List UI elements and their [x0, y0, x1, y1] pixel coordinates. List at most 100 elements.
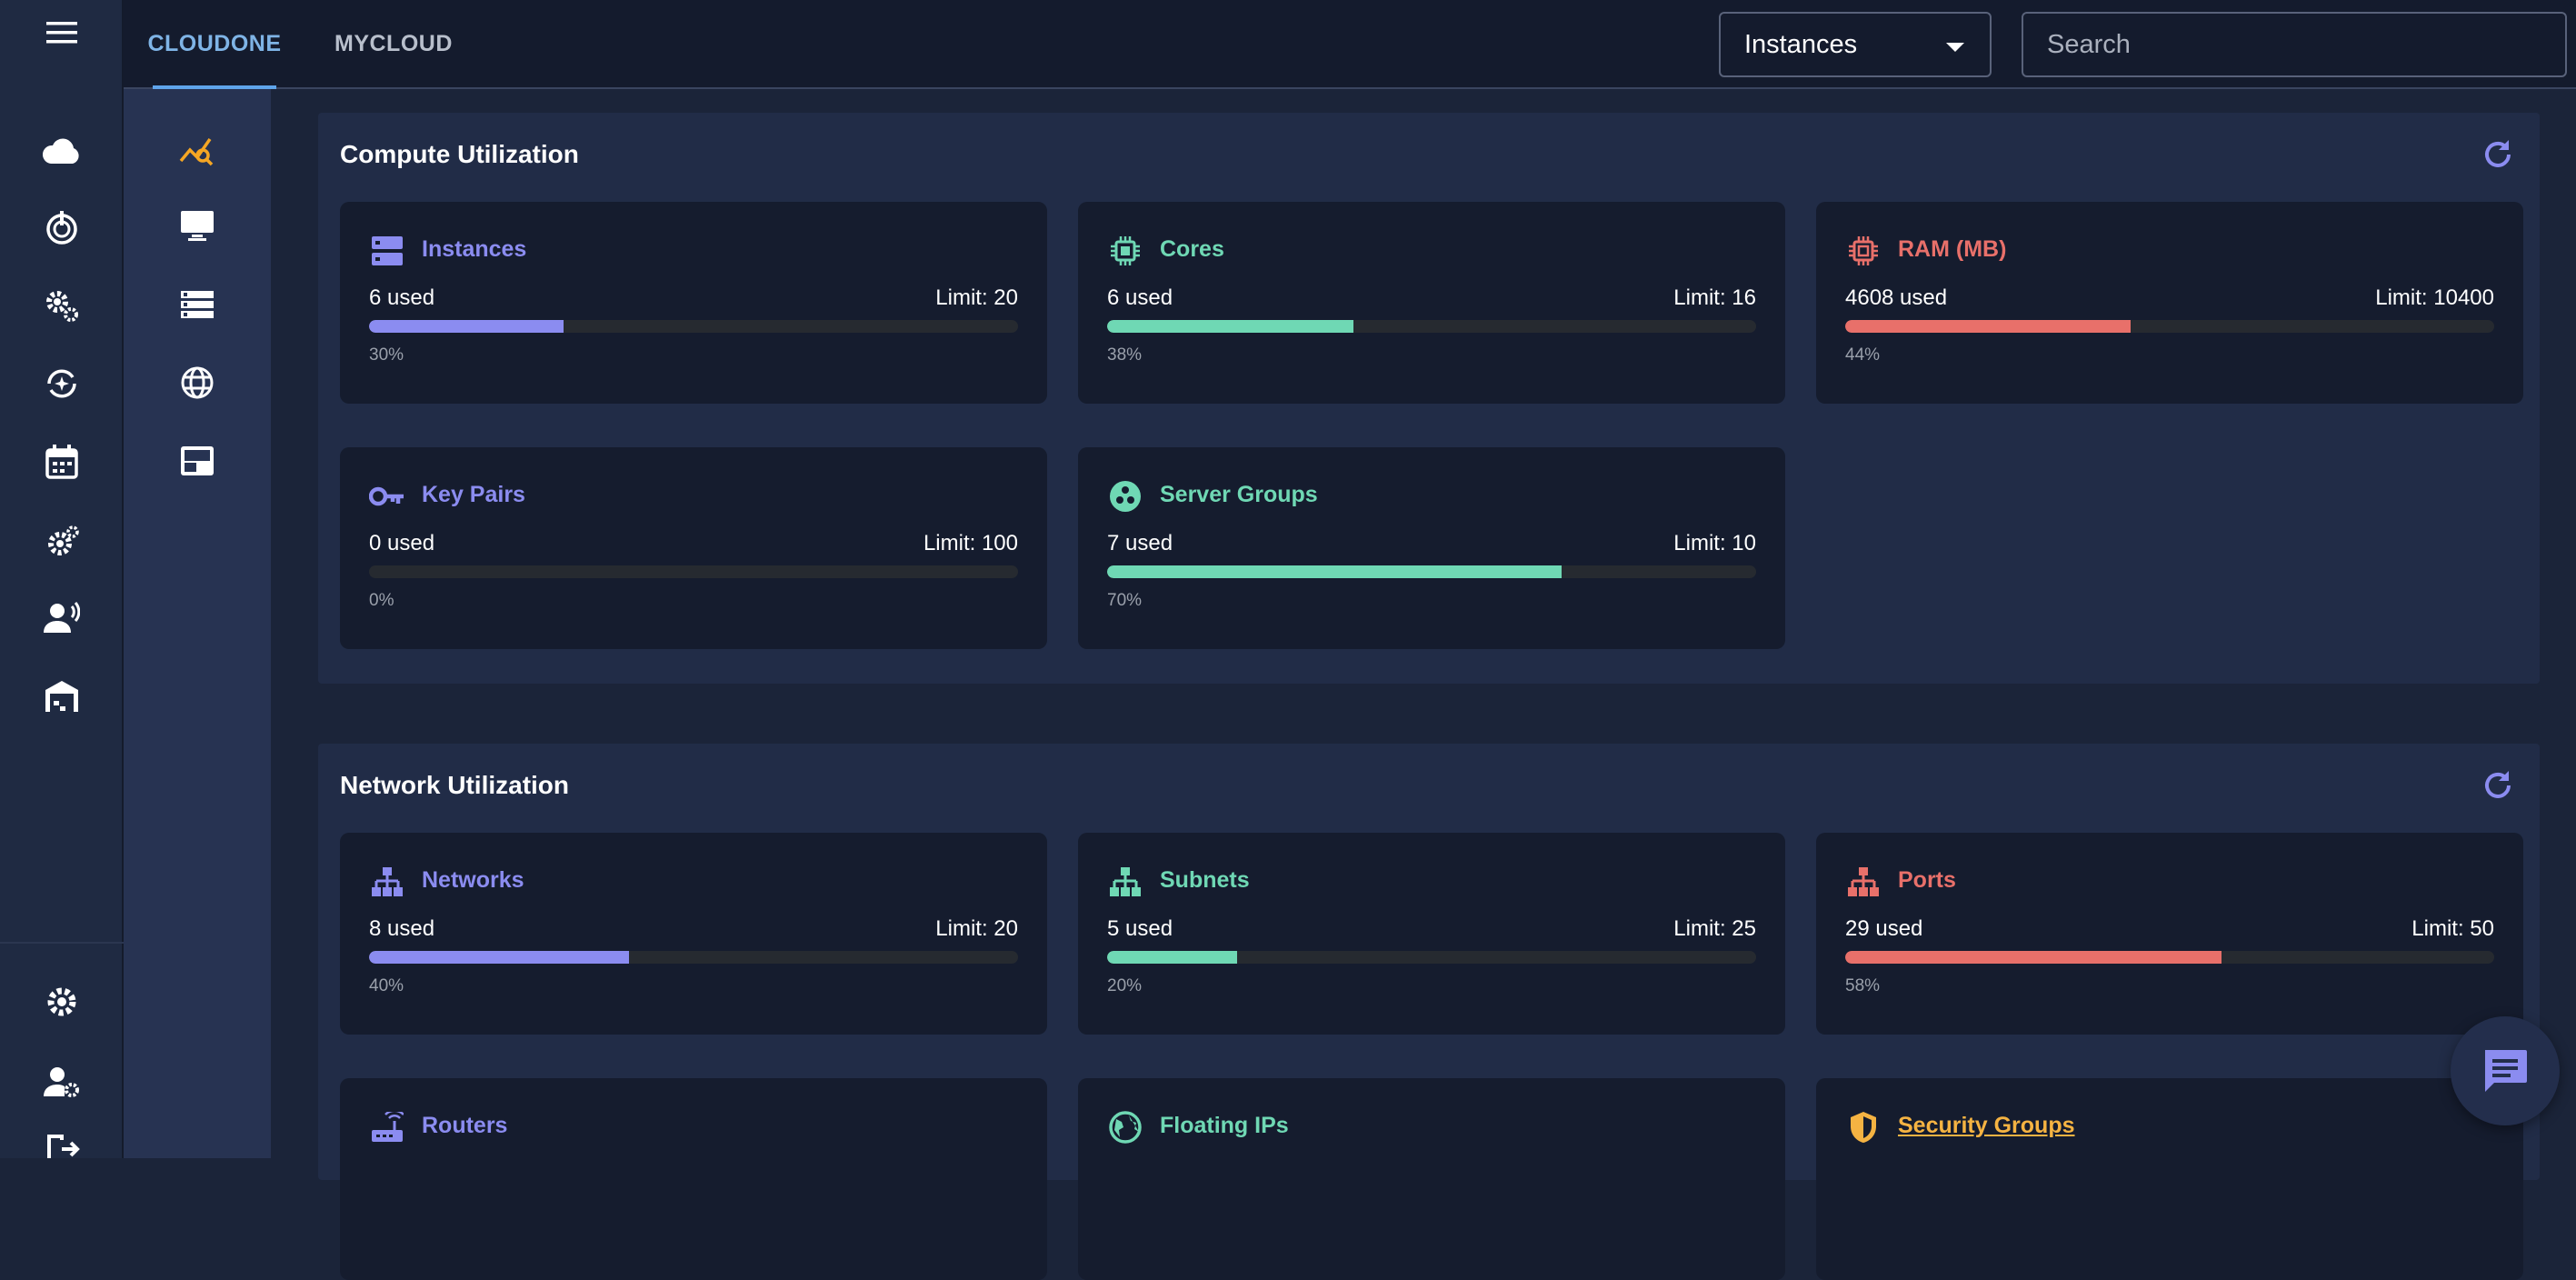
monitoring-icon[interactable] [0, 191, 124, 264]
tab-label: MYCLOUD [334, 30, 453, 56]
limit-value: Limit: 20 [935, 916, 1018, 941]
usage-progress-fill [1107, 565, 1562, 578]
usage-percent: 44% [1845, 345, 1881, 365]
used-value: 6 used [369, 285, 435, 310]
dns-icon [369, 233, 405, 269]
analytics-icon[interactable] [124, 118, 271, 182]
warehouse-icon[interactable] [0, 660, 124, 733]
card-title[interactable]: Security Groups [1898, 1113, 2075, 1139]
user-settings-icon[interactable] [0, 1045, 124, 1118]
sync-icon[interactable] [0, 347, 124, 420]
support-agent-icon[interactable] [0, 582, 124, 655]
shield-icon [1845, 1109, 1882, 1145]
usage-percent: 58% [1845, 976, 1881, 995]
usage-progress-bar [369, 565, 1018, 578]
usage-percent: 0% [369, 591, 394, 610]
chevron-down-icon [1946, 43, 1964, 52]
globe-icon[interactable] [124, 351, 271, 415]
quota-card-ram-mb: RAM (MB) 4608 used Limit: 10400 44% [1816, 202, 2523, 404]
quota-card-routers: Routers [340, 1078, 1047, 1280]
compute-utilization-panel: Compute Utilization Instances 6 used Limi… [318, 113, 2540, 684]
limit-value: Limit: 25 [1673, 916, 1756, 941]
usage-progress-fill [369, 320, 564, 333]
usage-percent: 20% [1107, 976, 1143, 995]
network-icon [369, 864, 405, 900]
router-icon [369, 1109, 405, 1145]
limit-value: Limit: 50 [2411, 916, 2494, 941]
resource-select[interactable]: Instances [1719, 12, 1992, 77]
memory-icon [1845, 233, 1882, 269]
card-title: Instances [422, 236, 527, 262]
usage-progress-bar [1845, 320, 2494, 333]
quota-card-instances: Instances 6 used Limit: 20 30% [340, 202, 1047, 404]
rail-divider [0, 942, 124, 944]
used-value: 4608 used [1845, 285, 1948, 310]
used-value: 8 used [369, 916, 435, 941]
tab-mycloud[interactable]: MYCLOUD [334, 0, 453, 87]
limit-value: Limit: 16 [1673, 285, 1756, 310]
cloud-icon[interactable] [0, 115, 124, 187]
used-value: 6 used [1107, 285, 1173, 310]
usage-percent: 30% [369, 345, 404, 365]
logout-icon[interactable] [0, 1122, 124, 1158]
card-title: Subnets [1160, 867, 1250, 893]
usage-progress-bar [369, 320, 1018, 333]
card-title: Server Groups [1160, 482, 1318, 507]
usage-progress-bar [1107, 951, 1756, 964]
advanced-settings-icon[interactable] [0, 505, 124, 578]
storage-icon[interactable] [124, 273, 271, 336]
calendar-icon[interactable] [0, 425, 124, 498]
public-icon [1107, 1109, 1143, 1145]
usage-progress-fill [1845, 951, 2222, 964]
limit-value: Limit: 10400 [2375, 285, 2494, 310]
network-utilization-panel: Network Utilization Networks 8 used Limit… [318, 744, 2540, 1280]
card-title: RAM (MB) [1898, 236, 2007, 262]
desktop-icon[interactable] [124, 195, 271, 258]
usage-percent: 40% [369, 976, 404, 995]
quota-card-cores: Cores 6 used Limit: 16 38% [1078, 202, 1785, 404]
used-value: 5 used [1107, 916, 1173, 941]
quota-card-ports: Ports 29 used Limit: 50 58% [1816, 833, 2523, 1035]
used-value: 29 used [1845, 916, 1923, 941]
group-work-icon [1107, 478, 1143, 515]
chat-button[interactable] [2451, 1016, 2560, 1125]
panel-icon[interactable] [124, 429, 271, 493]
usage-progress-fill [369, 951, 629, 964]
network-icon [1107, 864, 1143, 900]
tab-label: CLOUDONE [147, 30, 282, 56]
limit-value: Limit: 100 [923, 531, 1018, 555]
usage-progress-fill [1845, 320, 2132, 333]
key-icon [369, 478, 405, 515]
quota-card-subnets: Subnets 5 used Limit: 25 20% [1078, 833, 1785, 1035]
card-title: Floating IPs [1160, 1113, 1289, 1138]
tab-cloudone[interactable]: CLOUDONE [147, 0, 281, 89]
search-input[interactable] [2022, 12, 2567, 77]
card-title: Routers [422, 1113, 508, 1138]
usage-progress-bar [369, 951, 1018, 964]
resource-select-value: Instances [1744, 29, 1858, 59]
quota-card-key-pairs: Key Pairs 0 used Limit: 100 0% [340, 447, 1047, 649]
usage-percent: 38% [1107, 345, 1143, 365]
used-value: 7 used [1107, 531, 1173, 555]
refresh-icon[interactable] [2478, 135, 2518, 175]
settings-cog-icon[interactable] [0, 269, 124, 342]
usage-progress-bar [1845, 951, 2494, 964]
network-icon [1845, 864, 1882, 900]
icon-rail [0, 0, 124, 1158]
quota-card-floating-ips: Floating IPs [1078, 1078, 1785, 1280]
limit-value: Limit: 20 [935, 285, 1018, 310]
menu-icon[interactable] [0, 0, 124, 65]
usage-progress-bar [1107, 565, 1756, 578]
usage-progress-fill [1107, 320, 1354, 333]
usage-progress-fill [1107, 951, 1237, 964]
card-title: Ports [1898, 867, 1956, 893]
usage-percent: 70% [1107, 591, 1143, 610]
panel-title: Compute Utilization [340, 140, 579, 168]
used-value: 0 used [369, 531, 435, 555]
settings-icon[interactable] [0, 965, 124, 1038]
limit-value: Limit: 10 [1673, 531, 1756, 555]
panel-title: Network Utilization [340, 771, 570, 799]
usage-progress-bar [1107, 320, 1756, 333]
card-title: Key Pairs [422, 482, 525, 507]
refresh-icon[interactable] [2478, 765, 2518, 805]
